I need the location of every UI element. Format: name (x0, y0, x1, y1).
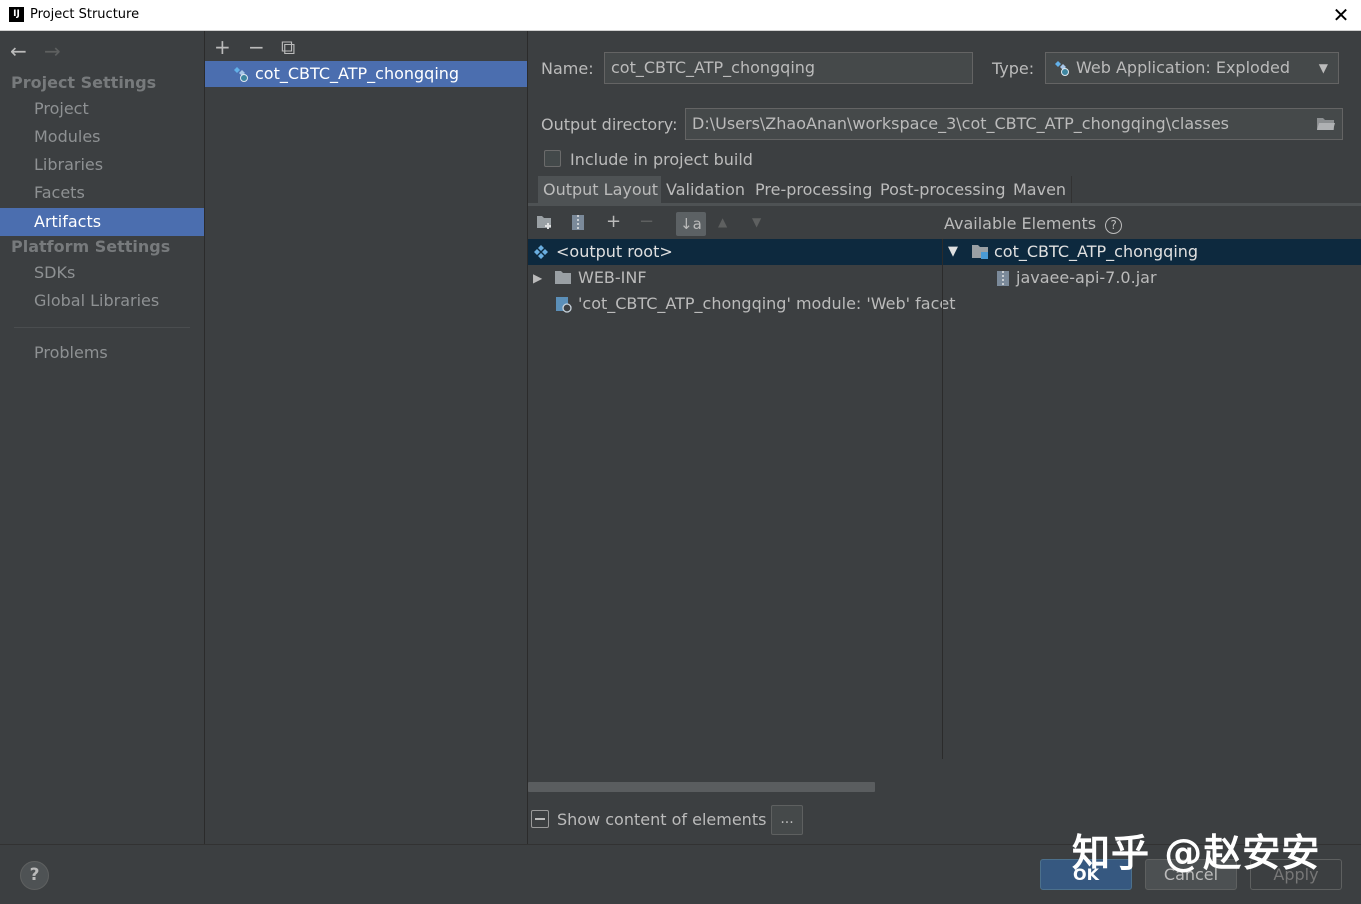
tree-label: WEB-INF (578, 268, 647, 287)
move-up-icon[interactable]: ▲ (718, 215, 727, 229)
available-elements-title: Available Elements ? (944, 214, 1123, 234)
chevron-down-icon: ▼ (1318, 61, 1328, 75)
expand-arrow-icon[interactable]: ▶ (533, 265, 542, 291)
module-folder-icon (971, 244, 989, 260)
web-artifact-icon (233, 66, 249, 82)
tab-post-processing[interactable]: Post-processing (875, 176, 1012, 204)
sidebar-item-artifacts[interactable]: Artifacts (0, 208, 204, 236)
sort-elements-icon[interactable]: ↓a (676, 212, 706, 236)
show-content-options-button[interactable]: ... (771, 805, 803, 835)
tab-maven[interactable]: Maven (1008, 176, 1073, 204)
sidebar-item-libraries[interactable]: Libraries (0, 151, 204, 179)
sidebar-item-global-libraries[interactable]: Global Libraries (0, 287, 204, 315)
tree-label: javaee-api-7.0.jar (1016, 268, 1157, 287)
show-content-checkbox[interactable] (531, 810, 549, 828)
type-label: Type: (992, 59, 1035, 78)
project-structure-dialog: IJ Project Structure ✕ ← → Project Settin… (0, 0, 1361, 904)
output-root-icon (533, 244, 549, 260)
artifacts-toolbar: + − ⧉ (205, 31, 527, 61)
output-directory-value: D:\Users\ZhaoAnan\workspace_3\cot_CBTC_A… (692, 114, 1229, 133)
window-title: Project Structure (30, 7, 140, 22)
title-bar: IJ Project Structure ✕ (0, 0, 1361, 31)
name-label: Name: (541, 59, 594, 78)
output-directory-label: Output directory: (541, 115, 678, 134)
tree-row-web-facet[interactable]: 'cot_CBTC_ATP_chongqing' module: 'Web' f… (528, 291, 956, 317)
pane-divider[interactable] (942, 239, 943, 759)
jar-icon (996, 270, 1010, 287)
tree-label: cot_CBTC_ATP_chongqing (994, 242, 1199, 261)
tab-validation[interactable]: Validation (661, 176, 752, 204)
collapse-arrow-icon[interactable]: ▼ (948, 239, 958, 265)
type-combobox[interactable]: Web Application: Exploded ▼ (1045, 52, 1339, 84)
add-element-icon[interactable]: + (606, 211, 621, 232)
sidebar-item-sdks[interactable]: SDKs (0, 259, 204, 287)
layout-toolbar: + − ↓a ▲ ▼ Available Elements ? (528, 206, 1361, 238)
tree-row-output-root[interactable]: <output root> (528, 239, 942, 265)
web-app-icon (1054, 60, 1070, 76)
remove-element-icon[interactable]: − (639, 211, 654, 232)
sidebar-item-modules[interactable]: Modules (0, 123, 204, 151)
help-icon[interactable]: ? (1105, 217, 1123, 234)
watermark: 知乎 @赵安安 (1072, 831, 1321, 875)
web-facet-icon (555, 296, 573, 313)
tree-row-web-inf[interactable]: ▶ WEB-INF (528, 265, 942, 291)
tree-label: 'cot_CBTC_ATP_chongqing' module: 'Web' f… (578, 294, 956, 313)
tree-label: <output root> (556, 242, 673, 261)
horizontal-scrollbar[interactable] (528, 782, 875, 792)
back-arrow-icon[interactable]: ← (10, 39, 44, 63)
output-directory-field[interactable]: D:\Users\ZhaoAnan\workspace_3\cot_CBTC_A… (685, 108, 1343, 140)
nav-arrows: ← → (10, 39, 78, 63)
artifacts-list-panel: + − ⧉ cot_CBTC_ATP_chongqing (205, 31, 528, 844)
show-content-label: Show content of elements (557, 810, 767, 829)
tab-pre-processing[interactable]: Pre-processing (750, 176, 879, 204)
sidebar: ← → Project Settings Project Modules Libr… (0, 31, 205, 844)
move-down-icon[interactable]: ▼ (752, 215, 761, 229)
sidebar-item-project[interactable]: Project (0, 95, 204, 123)
sidebar-item-facets[interactable]: Facets (0, 179, 204, 207)
artifact-config-panel: Name: cot_CBTC_ATP_chongqing Type: Web A… (528, 31, 1361, 844)
available-row-module[interactable]: ▼ cot_CBTC_ATP_chongqing (943, 239, 1361, 265)
remove-artifact-icon[interactable]: − (248, 35, 265, 59)
artifact-item[interactable]: cot_CBTC_ATP_chongqing (205, 61, 527, 87)
project-settings-header: Project Settings (11, 73, 157, 92)
include-in-build-checkbox[interactable] (544, 150, 561, 167)
sidebar-divider (14, 327, 190, 328)
sidebar-item-problems[interactable]: Problems (0, 339, 204, 367)
new-directory-icon[interactable] (536, 214, 554, 230)
browse-folder-icon[interactable] (1316, 115, 1336, 132)
create-archive-icon[interactable] (571, 214, 585, 231)
help-button[interactable]: ? (20, 861, 49, 890)
add-artifact-icon[interactable]: + (214, 35, 231, 59)
available-row-jar[interactable]: javaee-api-7.0.jar (943, 265, 1361, 291)
available-elements-label: Available Elements (944, 214, 1097, 233)
name-field[interactable]: cot_CBTC_ATP_chongqing (604, 52, 973, 84)
forward-arrow-icon[interactable]: → (44, 39, 78, 63)
intellij-icon: IJ (9, 7, 24, 22)
output-layout-panel: + − ↓a ▲ ▼ Available Elements ? <output … (528, 206, 1361, 792)
artifact-label: cot_CBTC_ATP_chongqing (255, 64, 460, 83)
folder-icon (554, 270, 572, 285)
close-icon[interactable]: ✕ (1329, 3, 1353, 27)
tab-output-layout[interactable]: Output Layout (538, 176, 665, 204)
include-in-build-label: Include in project build (570, 150, 753, 169)
copy-artifact-icon[interactable]: ⧉ (281, 35, 295, 59)
platform-settings-header: Platform Settings (11, 237, 171, 256)
type-value: Web Application: Exploded (1076, 58, 1290, 77)
